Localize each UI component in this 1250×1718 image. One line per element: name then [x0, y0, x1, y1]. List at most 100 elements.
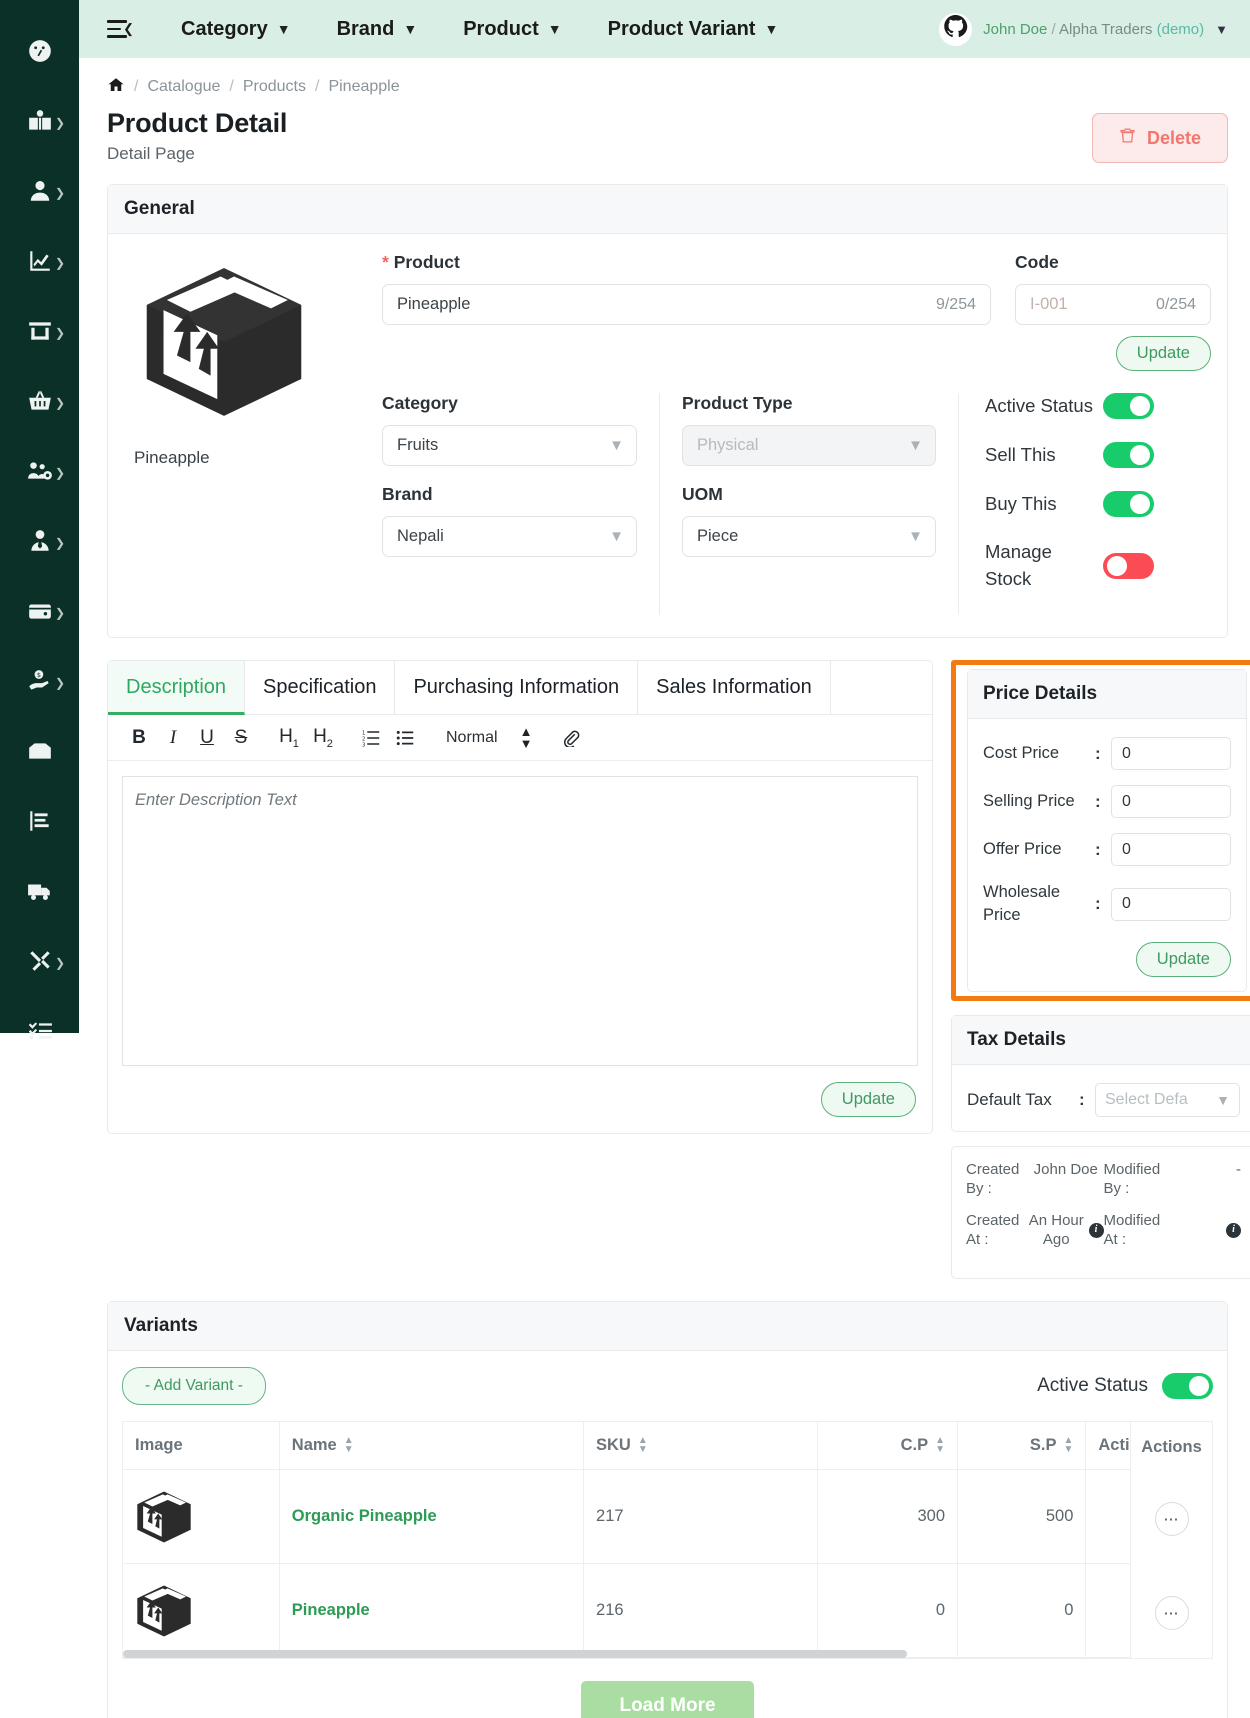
cost-price-input[interactable]: 0	[1111, 737, 1231, 771]
sort-icon[interactable]: ▲ ▼	[1063, 1436, 1073, 1455]
chevron-right-icon: ❯	[54, 186, 65, 200]
top-nav: Category ▼ Brand ▼ Product ▼ Product Var…	[181, 18, 778, 41]
brand-select[interactable]: Nepali ▼	[382, 516, 637, 557]
variants-active-status-toggle[interactable]	[1162, 1373, 1213, 1400]
info-icon[interactable]: i	[1088, 1223, 1104, 1238]
column-label: C.P	[900, 1436, 929, 1455]
default-tax-select[interactable]: Select Defa ▼	[1095, 1083, 1240, 1118]
tab-sales-information[interactable]: Sales Information	[638, 661, 831, 715]
info-icon[interactable]: i	[1226, 1223, 1241, 1238]
tab-purchasing-information[interactable]: Purchasing Information	[395, 661, 639, 715]
column-sku[interactable]: SKU ▲ ▼	[583, 1422, 819, 1471]
nav-item-brand[interactable]: Brand ▼	[337, 18, 418, 41]
paperclip-icon[interactable]	[554, 727, 588, 749]
strikethrough-button[interactable]: S	[224, 727, 258, 749]
format-spinner-icon[interactable]: ▲ ▼	[520, 725, 533, 750]
description-update-button[interactable]: Update	[820, 1082, 916, 1118]
ellipsis-icon[interactable]: ⋯	[1154, 1502, 1189, 1537]
general-card-body: Pineapple * Product Pineapple 9/254 Code…	[108, 234, 1227, 637]
selling-price-input[interactable]: 0	[1111, 785, 1231, 819]
nav-item-product[interactable]: Product ▼	[463, 18, 561, 41]
delete-button[interactable]: Delete	[1091, 113, 1228, 163]
code-input[interactable]: I-001 0/254	[1015, 284, 1211, 325]
breadcrumb-item-pineapple[interactable]: Pineapple	[328, 78, 399, 96]
ellipsis-icon[interactable]: ⋯	[1154, 1596, 1189, 1631]
sidebar-item-dashboard[interactable]	[0, 18, 79, 88]
store-icon	[27, 318, 53, 349]
buy-this-toggle[interactable]	[1103, 491, 1154, 518]
chevron-down-icon: ▼	[1216, 1092, 1230, 1109]
sort-icon[interactable]: ▲ ▼	[935, 1436, 945, 1455]
sidebar-item-sales[interactable]: ❯	[0, 368, 79, 438]
underline-button[interactable]: U	[190, 727, 224, 749]
nav-item-product-variant[interactable]: Product Variant ▼	[608, 18, 779, 41]
format-select[interactable]: Normal	[446, 729, 498, 747]
breadcrumb-item-products[interactable]: Products	[243, 78, 306, 96]
hamburger-icon[interactable]: ❮	[107, 18, 134, 40]
sidebar-item-reports[interactable]: ❯	[0, 228, 79, 298]
heading-2-button[interactable]: H2	[306, 726, 340, 750]
variants-card: Variants - Add Variant - Active Status I…	[107, 1301, 1228, 1718]
sidebar-item-inbox[interactable]	[0, 718, 79, 788]
manage-stock-toggle[interactable]	[1103, 553, 1154, 580]
created-by-value: John Doe	[1033, 1161, 1098, 1179]
chevron-right-icon: ❯	[54, 256, 65, 270]
general-update-button[interactable]: Update	[1115, 336, 1211, 371]
sidebar-item-delivery[interactable]	[0, 858, 79, 928]
type-uom-column: Product Type Physical ▼ UOM Piece ▼	[659, 393, 958, 616]
offer-price-input[interactable]: 0	[1111, 833, 1231, 867]
home-icon[interactable]	[107, 76, 125, 99]
colon: :	[1095, 743, 1101, 763]
column-name[interactable]: Name ▲ ▼	[279, 1422, 585, 1471]
column-sp[interactable]: S.P ▲ ▼	[957, 1422, 1087, 1471]
breadcrumb-separator: /	[229, 78, 234, 95]
sidebar-item-wallet[interactable]: ❯	[0, 578, 79, 648]
category-select[interactable]: Fruits ▼	[382, 425, 637, 466]
user-menu[interactable]: John Doe / Alpha Traders (demo) ▼	[939, 12, 1228, 46]
sidebar-item-store[interactable]: ❯	[0, 298, 79, 368]
sidebar-item-tools[interactable]: ❯	[0, 928, 79, 998]
bar-report-icon	[27, 808, 53, 839]
editor-toolbar: B I U S H1 H2 123 Normal ▲ ▼	[108, 715, 932, 762]
table-header-row: Image Name ▲ ▼ SKU ▲ ▼ C.P ▲ ▼ S.P ▲ ▼ Actions	[123, 1422, 1212, 1471]
sidebar-item-statements[interactable]	[0, 788, 79, 858]
description-editor[interactable]: Enter Description Text	[122, 776, 918, 1067]
italic-button[interactable]: I	[156, 727, 190, 749]
add-variant-button[interactable]: - Add Variant -	[122, 1367, 266, 1406]
column-label: Name	[291, 1436, 337, 1455]
sidebar-item-customers[interactable]: ❯	[0, 158, 79, 228]
modified-by-label: Modified By :	[1103, 1161, 1161, 1197]
heading-1-button[interactable]: H1	[272, 726, 306, 750]
product-input[interactable]: Pineapple 9/254	[382, 284, 991, 325]
chart-line-icon	[27, 248, 53, 279]
sort-icon[interactable]: ▲ ▼	[638, 1436, 648, 1455]
ordered-list-icon[interactable]: 123	[354, 727, 388, 749]
sidebar-item-staff[interactable]: ❯	[0, 508, 79, 578]
horizontal-scrollbar[interactable]	[123, 1650, 908, 1659]
uom-select[interactable]: Piece ▼	[682, 516, 936, 557]
wholesale-price-input[interactable]: 0	[1111, 887, 1231, 921]
bullet-list-icon[interactable]	[388, 727, 422, 749]
general-fields: * Product Pineapple 9/254 Code I-001 0/2…	[382, 252, 1211, 616]
load-more-wrap: Load More	[122, 1681, 1213, 1718]
sidebar-item-tasks[interactable]	[0, 998, 79, 1068]
code-char-counter: 0/254	[1155, 295, 1196, 313]
price-details-update-button[interactable]: Update	[1135, 942, 1231, 978]
nav-item-category[interactable]: Category ▼	[181, 18, 291, 41]
bold-button[interactable]: B	[122, 727, 156, 749]
variant-name-link[interactable]: Organic Pineapple	[292, 1507, 437, 1525]
tab-description[interactable]: Description	[108, 661, 246, 716]
sidebar-item-user-management[interactable]: ❯	[0, 438, 79, 508]
breadcrumb-item-catalogue[interactable]: Catalogue	[147, 78, 220, 96]
chevron-down-icon: ▼	[1215, 21, 1228, 37]
variant-name-link[interactable]: Pineapple	[292, 1601, 370, 1619]
tab-specification[interactable]: Specification	[245, 661, 396, 715]
active-status-toggle[interactable]	[1103, 393, 1154, 420]
sell-this-toggle[interactable]	[1103, 442, 1154, 469]
sidebar-item-expenses[interactable]: $ ❯	[0, 648, 79, 718]
chevron-down-icon: ▼	[547, 21, 562, 37]
load-more-button[interactable]: Load More	[581, 1681, 754, 1718]
sidebar-item-catalogue[interactable]: ❯	[0, 88, 79, 158]
column-cp[interactable]: C.P ▲ ▼	[817, 1422, 958, 1471]
sort-icon[interactable]: ▲ ▼	[344, 1436, 354, 1455]
